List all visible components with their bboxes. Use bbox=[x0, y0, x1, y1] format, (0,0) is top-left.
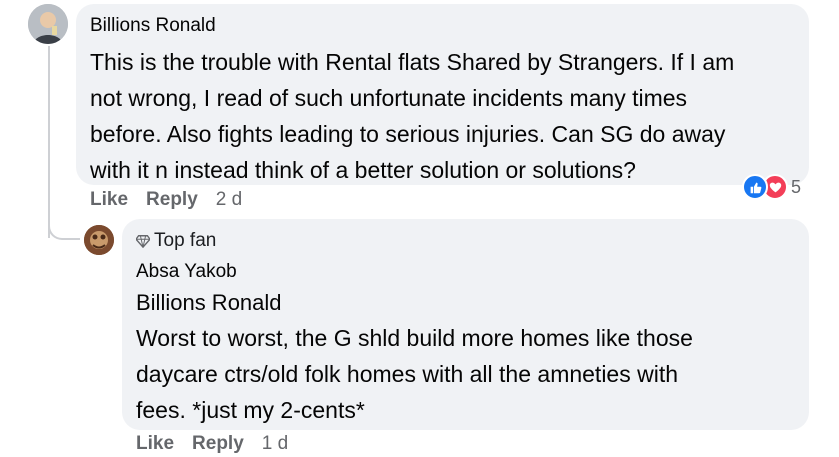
thread-connector-line bbox=[48, 46, 50, 238]
top-fan-badge[interactable]: Top fan bbox=[136, 230, 216, 252]
avatar-billions-ronald[interactable] bbox=[28, 4, 68, 44]
comment-actions: Like Reply 2 d bbox=[90, 189, 242, 211]
like-button[interactable]: Like bbox=[136, 433, 174, 455]
mention-tag[interactable]: Billions Ronald bbox=[136, 290, 282, 316]
profile-photo-icon bbox=[84, 225, 114, 255]
comment-author[interactable]: Billions Ronald bbox=[90, 15, 216, 37]
comment-text: Worst to worst, the G shld build more ho… bbox=[136, 325, 693, 423]
timestamp[interactable]: 1 d bbox=[262, 433, 288, 455]
like-icon bbox=[742, 174, 768, 200]
avatar-absa-yakob[interactable] bbox=[84, 225, 114, 255]
comment-text: This is the trouble with Rental flats Sh… bbox=[90, 49, 735, 183]
diamond-icon bbox=[136, 235, 150, 248]
thread-connector-curve bbox=[48, 218, 80, 240]
comment-actions: Like Reply 1 d bbox=[136, 433, 288, 455]
like-button[interactable]: Like bbox=[90, 189, 128, 211]
comment-author[interactable]: Absa Yakob bbox=[136, 261, 237, 283]
comment-thread: Billions Ronald This is the trouble with… bbox=[0, 0, 839, 457]
reaction-count: 5 bbox=[791, 176, 802, 197]
reaction-summary[interactable]: 5 bbox=[742, 174, 802, 200]
reply-button[interactable]: Reply bbox=[146, 189, 198, 211]
top-fan-label: Top fan bbox=[154, 230, 217, 251]
reply-button[interactable]: Reply bbox=[192, 433, 244, 455]
profile-photo-icon bbox=[28, 4, 68, 44]
timestamp[interactable]: 2 d bbox=[216, 189, 242, 211]
